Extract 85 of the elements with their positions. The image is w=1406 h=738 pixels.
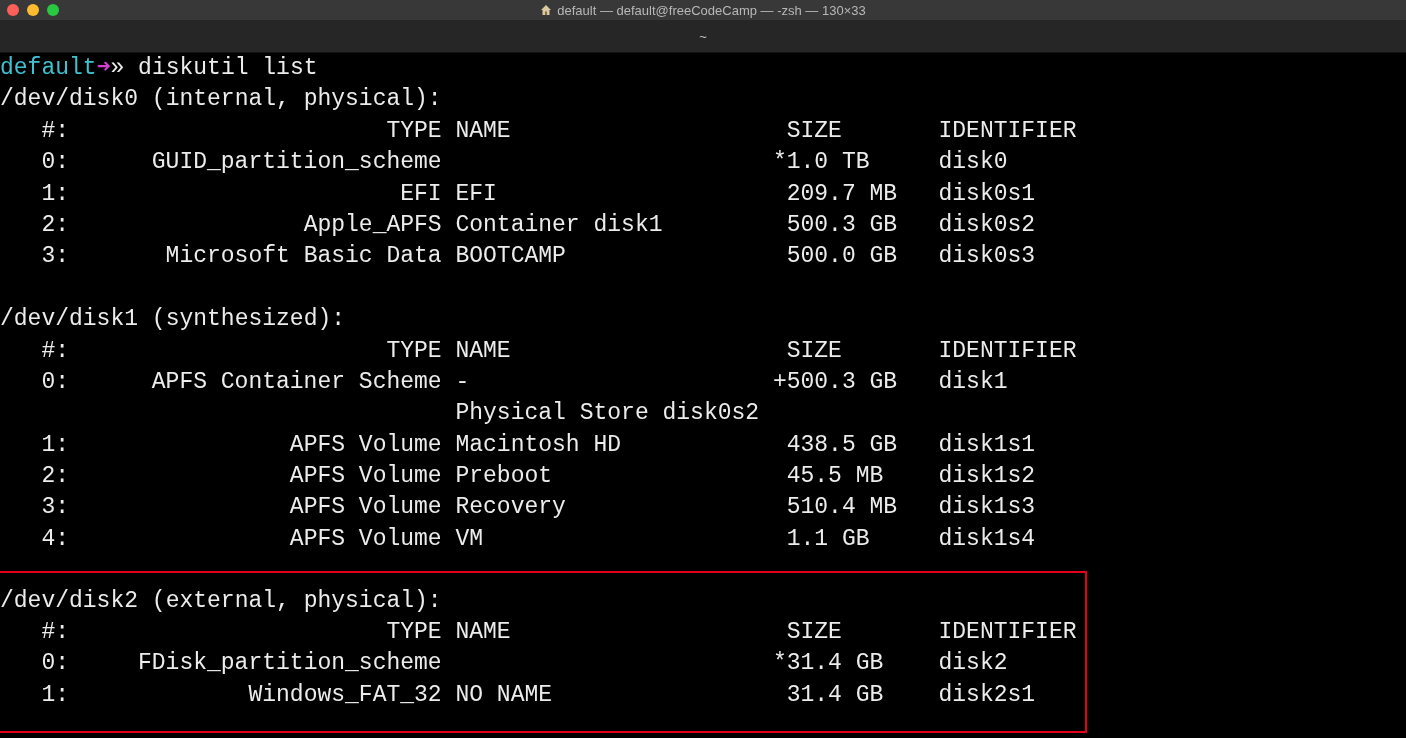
partition-size: 500.3 GB (786, 367, 898, 397)
partition-name: Preboot (455, 462, 553, 492)
column-header: NAME (455, 336, 511, 366)
partition-index: 4: (41, 524, 69, 554)
prompt-arrow: ➜ (96, 54, 111, 83)
partition-type: APFS Volume (289, 524, 442, 554)
partition-index: 0: (41, 367, 69, 397)
partition-size: 438.5 GB (786, 430, 898, 460)
partition-type: Microsoft Basic Data (165, 242, 442, 272)
column-header: IDENTIFIER (938, 336, 1077, 366)
column-header: TYPE (386, 116, 442, 146)
partition-type: EFI (400, 179, 442, 209)
window-title: default — default@freeCodeCamp — -zsh — 130×33 (557, 2, 866, 18)
partition-identifier: disk1s1 (938, 430, 1036, 460)
house-icon (540, 4, 553, 16)
partition-size: 500.0 GB (786, 242, 898, 272)
column-header: IDENTIFIER (938, 618, 1077, 648)
close-button[interactable] (7, 4, 19, 16)
partition-identifier: disk2 (938, 649, 1008, 679)
partition-index: 1: (41, 430, 69, 460)
column-header: #: (41, 618, 69, 648)
partition-name: VM (455, 524, 484, 554)
partition-type: APFS Volume (289, 430, 442, 460)
partition-name: BOOTCAMP (455, 242, 566, 272)
partition-type: Apple_APFS (303, 210, 442, 240)
partition-size: 500.3 GB (786, 210, 898, 240)
partition-index: 1: (41, 680, 69, 710)
partition-type: GUID_partition_scheme (151, 148, 442, 178)
size-marker: * (772, 649, 787, 679)
size-marker: + (772, 367, 787, 397)
partition-index: 3: (41, 242, 69, 272)
partition-identifier: disk2s1 (938, 680, 1036, 710)
partition-index: 2: (41, 462, 69, 492)
partition-identifier: disk1s2 (938, 462, 1036, 492)
partition-type: APFS Container Scheme (151, 367, 442, 397)
partition-name: Macintosh HD (455, 430, 622, 460)
partition-identifier: disk0 (938, 148, 1008, 178)
zoom-button[interactable] (47, 4, 59, 16)
partition-size: 45.5 MB (786, 462, 884, 492)
partition-name: Physical Store disk0s2 (455, 399, 760, 429)
partition-size: 1.1 GB (786, 524, 870, 554)
partition-type: APFS Volume (289, 462, 442, 492)
partition-type: Windows_FAT_32 (248, 680, 442, 710)
column-header: #: (41, 336, 69, 366)
column-header: SIZE (786, 618, 842, 648)
partition-name: - (455, 367, 470, 397)
column-header: NAME (455, 116, 511, 146)
column-header: SIZE (786, 116, 842, 146)
partition-name: Recovery (455, 493, 566, 523)
partition-index: 1: (41, 179, 69, 209)
partition-type: FDisk_partition_scheme (138, 649, 442, 679)
partition-size: 510.4 MB (786, 493, 898, 523)
partition-index: 2: (41, 210, 69, 240)
partition-name: Container disk1 (455, 210, 663, 240)
column-header: TYPE (386, 618, 442, 648)
partition-size: 31.4 GB (786, 680, 884, 710)
command-text: diskutil list (138, 54, 318, 83)
partition-size: 31.4 GB (786, 649, 884, 679)
disk-title: /dev/disk0 (internal, physical): (0, 85, 442, 115)
partition-identifier: disk1 (938, 367, 1008, 397)
partition-size: 1.0 TB (786, 148, 870, 178)
partition-type: APFS Volume (289, 493, 442, 523)
column-header: SIZE (786, 336, 842, 366)
minimize-button[interactable] (27, 4, 39, 16)
partition-name: NO NAME (455, 680, 553, 710)
disk-title: /dev/disk1 (synthesized): (0, 305, 346, 335)
partition-size: 209.7 MB (786, 179, 898, 209)
partition-index: 3: (41, 493, 69, 523)
partition-identifier: disk1s4 (938, 524, 1036, 554)
partition-identifier: disk0s3 (938, 242, 1036, 272)
partition-index: 0: (41, 148, 69, 178)
column-header: IDENTIFIER (938, 116, 1077, 146)
partition-identifier: disk0s1 (938, 179, 1036, 209)
prompt-mark: » (110, 54, 125, 83)
prompt-user: default (0, 54, 97, 83)
column-header: #: (41, 116, 69, 146)
partition-name: EFI (455, 179, 497, 209)
column-header: NAME (455, 618, 511, 648)
partition-identifier: disk0s2 (938, 210, 1036, 240)
column-header: TYPE (386, 336, 442, 366)
size-marker: * (772, 148, 787, 178)
tab-title[interactable]: ~ (699, 28, 707, 44)
partition-index: 0: (41, 649, 69, 679)
disk-title: /dev/disk2 (external, physical): (0, 586, 442, 616)
partition-identifier: disk1s3 (938, 493, 1036, 523)
